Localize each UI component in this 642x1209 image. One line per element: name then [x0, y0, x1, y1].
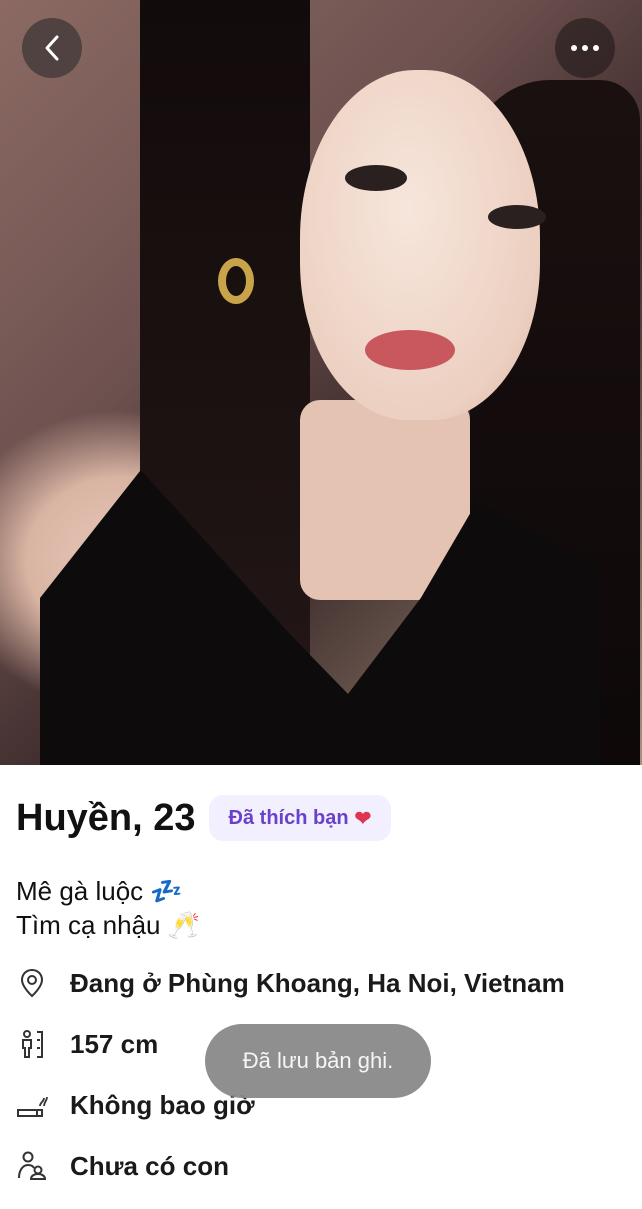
photo-eye-right: [488, 205, 546, 229]
photo-earring: [218, 258, 254, 304]
toast-notification: Đã lưu bản ghi.: [205, 1024, 431, 1098]
back-button[interactable]: [22, 18, 82, 78]
bio-line-1: Mê gà luộc 💤: [16, 876, 183, 906]
bio-line-2: Tìm cạ nhậu 🥂: [16, 910, 201, 940]
detail-smoking: Không bao giờ: [16, 1089, 255, 1121]
more-dots-icon: [571, 45, 599, 51]
chevron-left-icon: [45, 35, 59, 61]
more-options-button[interactable]: [555, 18, 615, 78]
location-pin-icon: [20, 968, 44, 998]
name-row: Huyền, 23 Đã thích bạn ❤: [16, 795, 392, 841]
detail-children: Chưa có con: [16, 1150, 229, 1182]
cigarette-icon: [17, 1096, 48, 1117]
detail-height: 157 cm: [16, 1028, 158, 1060]
toast-message: Đã lưu bản ghi.: [242, 1048, 394, 1073]
height-icon: [22, 1030, 43, 1058]
liked-you-badge: Đã thích bạn ❤: [208, 795, 392, 841]
liked-you-label: Đã thích bạn: [228, 806, 349, 829]
profile-photo[interactable]: [0, 0, 642, 765]
heart-icon: ❤: [354, 807, 372, 830]
photo-lips: [365, 330, 455, 370]
location-text: Đang ở Phùng Khoang, Ha Noi, Vietnam: [70, 967, 565, 998]
family-icon: [18, 1151, 47, 1180]
photo-eye-left: [345, 165, 407, 191]
profile-bio: Mê gà luộc 💤 Tìm cạ nhậu 🥂: [16, 874, 200, 942]
detail-location: Đang ở Phùng Khoang, Ha Noi, Vietnam: [16, 967, 565, 999]
height-text: 157 cm: [70, 1028, 159, 1059]
profile-name-age: Huyền, 23: [16, 796, 196, 839]
children-text: Chưa có con: [70, 1150, 229, 1181]
